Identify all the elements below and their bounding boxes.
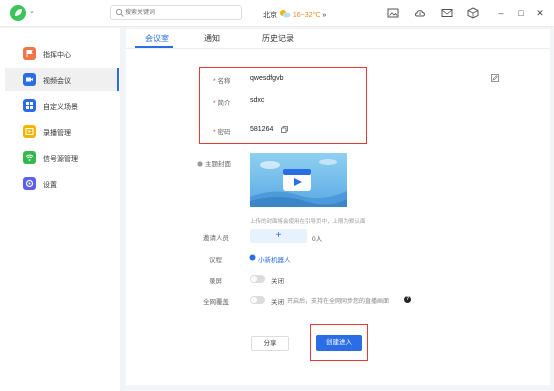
sidebar-item-video-meeting[interactable]: 视频会议 — [5, 68, 119, 91]
image-icon[interactable] — [387, 7, 399, 19]
agenda-label: 议程 — [209, 257, 222, 264]
sidebar-item-label: 设置 — [43, 182, 57, 189]
share-button[interactable]: 分享 — [251, 336, 289, 351]
create-enter-button[interactable]: 创建进入 — [316, 335, 362, 351]
sidebar-item-signal-source[interactable]: 信号源管理 — [5, 146, 119, 169]
invite-label: 邀请人员 — [203, 235, 229, 242]
cover-hint: 上传的封面将会使用在引导页中，上限为默认面 — [250, 219, 366, 225]
temperature-label: 16~32℃ — [292, 12, 321, 19]
password-value: 581264 — [250, 126, 274, 133]
sidebar: 指挥中心 视频会议 自定义场景 录播管理 信号源管理 设置 — [0, 28, 120, 391]
record-icon — [23, 125, 36, 138]
name-value[interactable]: qwesdfgvb — [250, 75, 283, 82]
broadcast-toggle[interactable] — [250, 296, 265, 304]
search-box[interactable] — [110, 5, 242, 20]
edit-icon[interactable] — [491, 74, 499, 82]
record-label: 录屏 — [209, 278, 222, 285]
minimize-button[interactable]: – — [494, 6, 508, 20]
add-member-button[interactable]: + — [250, 229, 307, 243]
broadcast-hint: 开启后，支持在全网同步您的直播画面 — [287, 299, 390, 305]
weather-more-icon[interactable]: » — [322, 12, 326, 19]
cover-image[interactable] — [250, 153, 347, 207]
copy-icon[interactable] — [281, 126, 288, 133]
name-label: * 名称 — [213, 78, 231, 85]
cloud-icon[interactable] — [414, 7, 426, 19]
flag-icon — [23, 47, 36, 60]
intro-label: * 简介 — [213, 100, 231, 107]
password-label: * 密码 — [213, 129, 231, 136]
meeting-room-panel: 会议室 通知 历史记录 * 名称 qwesdfgvb * 简介 sdxc * 密码 5… — [126, 29, 550, 385]
help-icon[interactable]: ? — [404, 296, 411, 303]
cover-label: 主题封面 — [197, 158, 231, 168]
sidebar-item-label: 信号源管理 — [43, 156, 78, 163]
weather-widget[interactable]: 北京 16~32℃ » — [263, 8, 326, 20]
app-logo[interactable] — [10, 5, 26, 21]
intro-value[interactable]: sdxc — [250, 97, 264, 104]
sidebar-item-recording[interactable]: 录播管理 — [5, 120, 119, 143]
mail-icon[interactable] — [441, 7, 453, 19]
search-icon — [115, 8, 124, 17]
agenda-value[interactable]: 小新机器人 — [258, 254, 291, 264]
broadcast-state: 关闭 — [271, 299, 284, 306]
sidebar-item-custom-scene[interactable]: 自定义场景 — [5, 94, 119, 117]
tab-meeting-room[interactable]: 会议室 — [145, 33, 169, 44]
tab-notice[interactable]: 通知 — [204, 33, 220, 44]
sidebar-item-label: 指挥中心 — [43, 52, 71, 59]
wifi-icon — [23, 151, 36, 164]
video-camera-icon — [23, 73, 36, 86]
sidebar-item-label: 视频会议 — [43, 78, 71, 85]
video-cover-illustration — [250, 159, 347, 207]
record-toggle[interactable] — [250, 275, 265, 283]
info-icon — [197, 161, 203, 167]
maximize-button[interactable]: □ — [514, 6, 528, 20]
grid-icon — [23, 99, 36, 112]
city-label: 北京 — [263, 12, 277, 19]
tab-history[interactable]: 历史记录 — [262, 33, 294, 44]
close-button[interactable]: ✕ — [533, 6, 547, 20]
partly-sunny-icon — [279, 10, 291, 18]
top-bar: ⌄ 北京 16~32℃ » – □ ✕ — [0, 0, 554, 27]
cube-icon[interactable] — [467, 7, 479, 19]
tab-divider — [126, 48, 550, 49]
search-input[interactable] — [125, 7, 237, 18]
settings-icon — [23, 177, 36, 190]
sidebar-item-label: 录播管理 — [43, 130, 71, 137]
leaf-icon — [15, 9, 22, 16]
invite-count: 0人 — [312, 236, 323, 243]
chevron-down-icon[interactable]: ⌄ — [29, 7, 35, 15]
sidebar-item-settings[interactable]: 设置 — [5, 172, 119, 195]
record-state: 关闭 — [271, 278, 284, 285]
broadcast-label: 全网覆盖 — [203, 299, 229, 306]
sidebar-item-label: 自定义场景 — [43, 104, 78, 111]
robot-icon — [249, 254, 256, 261]
sidebar-item-command-center[interactable]: 指挥中心 — [5, 42, 119, 65]
